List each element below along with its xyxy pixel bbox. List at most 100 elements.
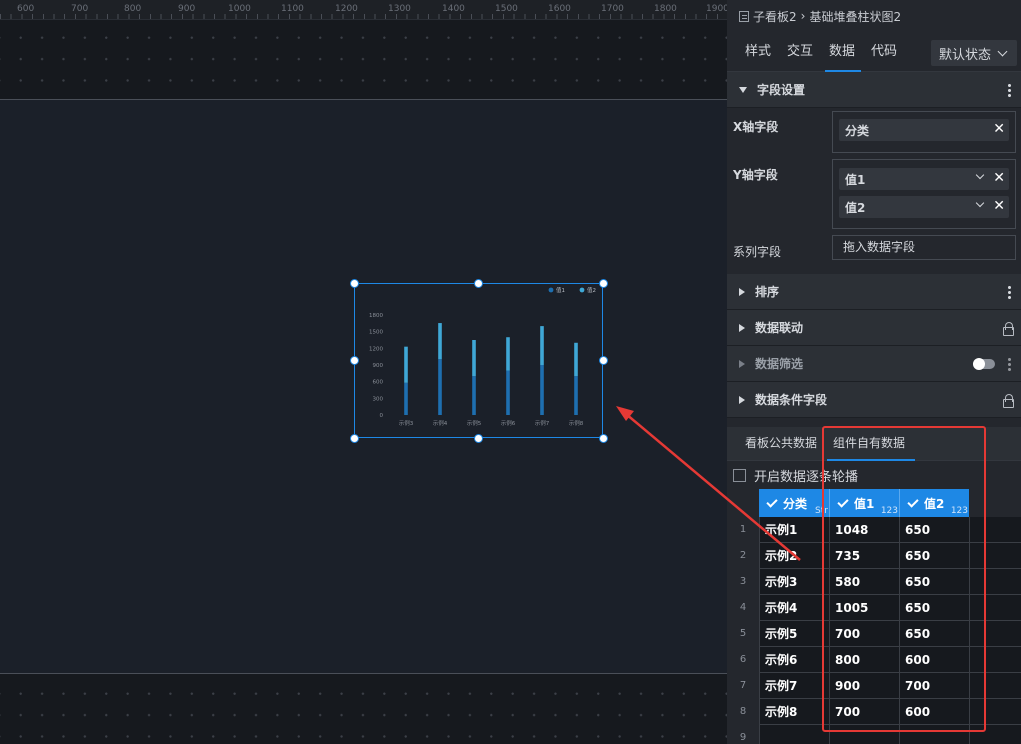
row-number: 9 [727, 725, 759, 744]
cell-value2[interactable]: 700 [899, 673, 969, 699]
column-header-value1[interactable]: 值1 123 [829, 489, 899, 517]
cell-value2[interactable]: 650 [899, 517, 969, 543]
y-axis-field-chip[interactable]: 值1 ✕ [839, 168, 1009, 190]
cell-value2[interactable]: 650 [899, 543, 969, 569]
y-axis-field-dropzone[interactable]: 值1 ✕ 值2 ✕ [832, 159, 1016, 229]
resize-handle-e[interactable] [599, 356, 608, 365]
close-icon[interactable]: ✕ [993, 170, 1005, 186]
x-tick-label: 示例6 [501, 419, 516, 427]
resize-handle-sw[interactable] [350, 434, 359, 443]
cell-category[interactable]: 示例7 [759, 673, 829, 699]
cell-value2[interactable] [899, 725, 969, 744]
tab-style[interactable]: 样式 [745, 32, 771, 72]
cell-empty[interactable] [969, 725, 1021, 744]
filter-toggle[interactable] [973, 358, 995, 370]
breadcrumb-parent[interactable]: 子看板2 [753, 8, 797, 25]
column-header-value2[interactable]: 值2 123 [899, 489, 969, 517]
cell-value2[interactable]: 600 [899, 647, 969, 673]
close-icon[interactable]: ✕ [993, 198, 1005, 214]
table-row[interactable]: 6 示例6 800 600 [727, 647, 1021, 673]
cell-empty[interactable] [969, 595, 1021, 621]
tab-code[interactable]: 代码 [871, 32, 897, 72]
row-number: 4 [727, 595, 759, 621]
stacked-bar-chart-widget[interactable]: 1800 1500 1200 900 600 300 0 示例3 示例4 示例5 示例6 示例7 示例8… [354, 283, 603, 438]
ruler-mark: 1300 [388, 4, 411, 14]
row-number: 1 [727, 517, 759, 543]
table-row[interactable]: 5 示例5 700 650 [727, 621, 1021, 647]
cell-value1[interactable] [829, 725, 899, 744]
cell-empty[interactable] [969, 621, 1021, 647]
table-row[interactable]: 4 示例4 1005 650 [727, 595, 1021, 621]
more-vertical-icon[interactable] [1008, 83, 1011, 97]
section-sort[interactable]: 排序 [727, 274, 1021, 310]
more-vertical-icon[interactable] [1008, 285, 1011, 299]
section-data-linkage[interactable]: 数据联动 [727, 310, 1021, 346]
cell-value1[interactable]: 700 [829, 621, 899, 647]
cell-category[interactable]: 示例1 [759, 517, 829, 543]
close-icon[interactable]: ✕ [993, 121, 1005, 137]
x-tick-label: 示例5 [467, 419, 482, 427]
section-title: 字段设置 [757, 83, 806, 97]
column-header-category[interactable]: 分类 Str [759, 489, 829, 517]
cell-value2[interactable]: 600 [899, 699, 969, 725]
table-row[interactable]: 9 [727, 725, 1021, 744]
cell-empty[interactable] [969, 517, 1021, 543]
table-row[interactable]: 8 示例8 700 600 [727, 699, 1021, 725]
column-type: Str [815, 506, 828, 516]
chevron-down-icon[interactable] [975, 198, 985, 208]
table-row[interactable]: 1 示例1 1048 650 [727, 517, 1021, 543]
legend-label-value2: 值2 [587, 286, 596, 294]
cell-value1[interactable]: 900 [829, 673, 899, 699]
column-type: 123 [950, 506, 968, 516]
bar-segment-value1 [472, 376, 476, 415]
section-field-settings[interactable]: 字段设置 [727, 72, 1021, 108]
series-field-dropzone[interactable]: 拖入数据字段 [832, 235, 1016, 260]
cell-value1[interactable]: 700 [829, 699, 899, 725]
cell-category[interactable]: 示例8 [759, 699, 829, 725]
y-axis-field-chip[interactable]: 值2 ✕ [839, 196, 1009, 218]
cell-empty[interactable] [969, 647, 1021, 673]
resize-handle-se[interactable] [599, 434, 608, 443]
cell-value2[interactable]: 650 [899, 621, 969, 647]
cell-category[interactable]: 示例2 [759, 543, 829, 569]
cell-category[interactable]: 示例3 [759, 569, 829, 595]
carousel-option[interactable]: 开启数据逐条轮播 [733, 466, 858, 485]
cell-value1[interactable]: 800 [829, 647, 899, 673]
resize-handle-nw[interactable] [350, 279, 359, 288]
cell-value1[interactable]: 735 [829, 543, 899, 569]
table-row[interactable]: 3 示例3 580 650 [727, 569, 1021, 595]
cell-category[interactable] [759, 725, 829, 744]
cell-empty[interactable] [969, 699, 1021, 725]
cell-empty[interactable] [969, 673, 1021, 699]
x-axis-field-dropzone[interactable]: 分类 ✕ [832, 111, 1016, 153]
more-vertical-icon[interactable] [1008, 357, 1011, 371]
carousel-checkbox[interactable] [733, 469, 746, 482]
tab-data[interactable]: 数据 [825, 32, 862, 72]
cell-category[interactable]: 示例5 [759, 621, 829, 647]
section-data-filter[interactable]: 数据筛选 [727, 346, 1021, 382]
tab-own-data[interactable]: 组件自有数据 [827, 427, 916, 461]
cell-empty[interactable] [969, 569, 1021, 595]
chevron-down-icon[interactable] [975, 170, 985, 180]
state-select[interactable]: 默认状态 [931, 40, 1017, 66]
x-axis-field-chip[interactable]: 分类 ✕ [839, 119, 1009, 141]
expand-icon [739, 323, 745, 332]
tab-interaction[interactable]: 交互 [787, 32, 813, 72]
tab-public-data[interactable]: 看板公共数据 [745, 427, 817, 461]
cell-empty[interactable] [969, 543, 1021, 569]
cell-category[interactable]: 示例6 [759, 647, 829, 673]
cell-value1[interactable]: 1048 [829, 517, 899, 543]
section-condition-fields[interactable]: 数据条件字段 [727, 382, 1021, 418]
field-settings-body: X轴字段 分类 ✕ Y轴字段 值1 ✕ 值2 ✕ 系列字段 拖入数据字段 [727, 108, 1021, 274]
table-row[interactable]: 7 示例7 900 700 [727, 673, 1021, 699]
resize-handle-w[interactable] [350, 356, 359, 365]
resize-handle-ne[interactable] [599, 279, 608, 288]
resize-handle-n[interactable] [474, 279, 483, 288]
resize-handle-s[interactable] [474, 434, 483, 443]
cell-value2[interactable]: 650 [899, 595, 969, 621]
table-row[interactable]: 2 示例2 735 650 [727, 543, 1021, 569]
cell-category[interactable]: 示例4 [759, 595, 829, 621]
cell-value1[interactable]: 580 [829, 569, 899, 595]
cell-value2[interactable]: 650 [899, 569, 969, 595]
cell-value1[interactable]: 1005 [829, 595, 899, 621]
